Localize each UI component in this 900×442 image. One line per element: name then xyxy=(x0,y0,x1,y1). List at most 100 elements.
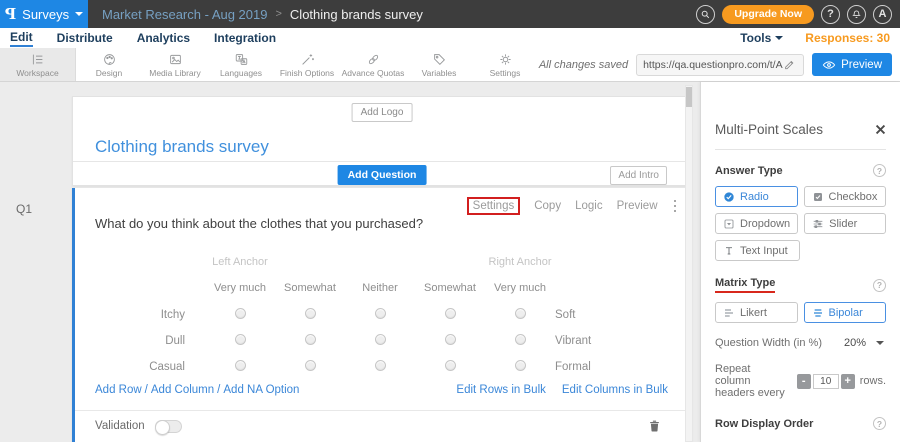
toolbar-item-media-library[interactable]: Media Library xyxy=(142,48,208,81)
account-avatar[interactable]: A xyxy=(873,5,892,24)
chevron-down-icon xyxy=(75,12,83,16)
notifications-button[interactable] xyxy=(847,5,866,24)
more-options-kebab-icon[interactable] xyxy=(672,198,679,215)
question-number: Q1 xyxy=(16,202,32,216)
option-label: Text Input xyxy=(740,245,788,257)
tab-edit[interactable]: Edit xyxy=(10,29,33,47)
increment-button[interactable]: + xyxy=(841,374,855,389)
surveys-menu[interactable]: P Surveys xyxy=(0,0,88,28)
matrix-radio[interactable] xyxy=(515,334,526,345)
scrollbar-thumb[interactable] xyxy=(686,87,692,107)
edit-rows-in-bulk-link[interactable]: Edit Rows in Bulk xyxy=(456,384,545,396)
row-left-label[interactable]: Itchy xyxy=(75,302,205,328)
scale-column-label: Very much xyxy=(485,274,555,302)
question-preview-button[interactable]: Preview xyxy=(617,200,658,212)
languages-icon xyxy=(234,52,249,67)
chevron-down-icon xyxy=(775,36,783,40)
add-logo-button[interactable]: Add Logo xyxy=(352,103,413,122)
canvas-scrollbar[interactable] xyxy=(685,85,693,442)
image-icon xyxy=(168,52,183,67)
question-actions: Settings Copy Logic Preview xyxy=(467,197,678,215)
survey-url-input[interactable] xyxy=(643,59,783,71)
matrix-radio[interactable] xyxy=(235,308,246,319)
delete-question-button[interactable] xyxy=(647,418,662,439)
matrix-radio[interactable] xyxy=(515,308,526,319)
matrix-radio[interactable] xyxy=(305,360,316,371)
likert-lines-icon xyxy=(723,307,735,319)
row-right-label[interactable]: Soft xyxy=(555,302,685,328)
toolbar-item-design[interactable]: Design xyxy=(76,48,142,81)
matrix-radio[interactable] xyxy=(515,360,526,371)
question-copy-button[interactable]: Copy xyxy=(534,200,561,212)
preview-button[interactable]: Preview xyxy=(812,53,892,76)
edit-pencil-icon[interactable] xyxy=(783,58,796,71)
toolbar-item-finish-options[interactable]: Finish Options xyxy=(274,48,340,81)
matrix-radio[interactable] xyxy=(375,308,386,319)
matrix-radio[interactable] xyxy=(235,334,246,345)
answer-type-label: Answer Type xyxy=(715,165,783,177)
matrix-radio[interactable] xyxy=(375,334,386,345)
help-button[interactable]: ? xyxy=(821,5,840,24)
matrix-radio[interactable] xyxy=(235,360,246,371)
add-column-link[interactable]: Add Column xyxy=(151,384,214,396)
chevron-down-icon[interactable] xyxy=(876,341,884,345)
toolbar-item-label: Media Library xyxy=(149,68,201,78)
text-input-icon xyxy=(723,245,735,257)
matrix-radio[interactable] xyxy=(445,334,456,345)
question-logic-button[interactable]: Logic xyxy=(575,200,603,212)
scale-column-label: Very much xyxy=(205,274,275,302)
repeat-headers-value[interactable]: 10 xyxy=(813,374,839,389)
upgrade-now-button[interactable]: Upgrade Now xyxy=(722,5,814,24)
decrement-button[interactable]: - xyxy=(797,374,811,389)
search-button[interactable] xyxy=(696,5,715,24)
help-icon[interactable]: ? xyxy=(873,279,886,292)
help-icon[interactable]: ? xyxy=(873,164,886,177)
add-question-button[interactable]: Add Question xyxy=(338,165,427,185)
matrix-type-likert[interactable]: Likert xyxy=(715,302,798,323)
matrix-radio[interactable] xyxy=(305,308,316,319)
survey-title[interactable]: Clothing brands survey xyxy=(95,137,269,157)
row-right-label[interactable]: Formal xyxy=(555,354,685,380)
question-text[interactable]: What do you think about the clothes that… xyxy=(95,216,423,231)
answer-type-text-input[interactable]: Text Input xyxy=(715,240,800,261)
matrix-radio[interactable] xyxy=(445,360,456,371)
matrix-row: Dull Vibrant xyxy=(75,328,685,354)
link-separator: / xyxy=(145,384,148,396)
tools-label: Tools xyxy=(740,31,771,45)
question-settings-button[interactable]: Settings xyxy=(467,197,521,215)
toolbar-item-workspace[interactable]: Workspace xyxy=(0,48,76,81)
answer-type-dropdown[interactable]: Dropdown xyxy=(715,213,798,234)
tools-menu[interactable]: Tools xyxy=(740,31,783,45)
tab-analytics[interactable]: Analytics xyxy=(137,30,190,46)
breadcrumb: Market Research - Aug 2019 > Clothing br… xyxy=(88,0,423,28)
answer-type-checkbox[interactable]: Checkbox xyxy=(804,186,887,207)
add-intro-button[interactable]: Add Intro xyxy=(610,166,667,185)
add-na-option-link[interactable]: Add NA Option xyxy=(223,384,299,396)
tab-distribute[interactable]: Distribute xyxy=(57,30,113,46)
add-row-link[interactable]: Add Row xyxy=(95,384,142,396)
matrix-radio[interactable] xyxy=(305,334,316,345)
matrix-radio[interactable] xyxy=(375,360,386,371)
toolbar-item-variables[interactable]: Variables xyxy=(406,48,472,81)
question-width-value[interactable]: 20% xyxy=(844,337,866,349)
row-right-label[interactable]: Vibrant xyxy=(555,328,685,354)
toolbar-item-settings[interactable]: Settings xyxy=(472,48,538,81)
answer-type-radio[interactable]: Radio xyxy=(715,186,798,207)
toolbar-item-advance-quotas[interactable]: Advance Quotas xyxy=(340,48,406,81)
option-label: Checkbox xyxy=(829,191,878,203)
validation-toggle[interactable] xyxy=(155,420,182,433)
toolbar-item-languages[interactable]: Languages xyxy=(208,48,274,81)
row-left-label[interactable]: Casual xyxy=(75,354,205,380)
close-panel-button[interactable] xyxy=(875,124,886,135)
responses-count[interactable]: Responses: 30 xyxy=(805,31,890,45)
help-icon[interactable]: ? xyxy=(873,417,886,430)
matrix-type-bipolar[interactable]: Bipolar xyxy=(804,302,887,323)
matrix-radio[interactable] xyxy=(445,308,456,319)
answer-type-slider[interactable]: Slider xyxy=(804,213,886,234)
row-left-label[interactable]: Dull xyxy=(75,328,205,354)
breadcrumb-folder[interactable]: Market Research - Aug 2019 xyxy=(102,7,267,22)
matrix-edit-links: Add Row/Add Column/Add NA Option Edit Ro… xyxy=(95,384,668,396)
edit-columns-in-bulk-link[interactable]: Edit Columns in Bulk xyxy=(562,384,668,396)
tab-integration[interactable]: Integration xyxy=(214,30,276,46)
magic-wand-icon xyxy=(300,52,315,67)
